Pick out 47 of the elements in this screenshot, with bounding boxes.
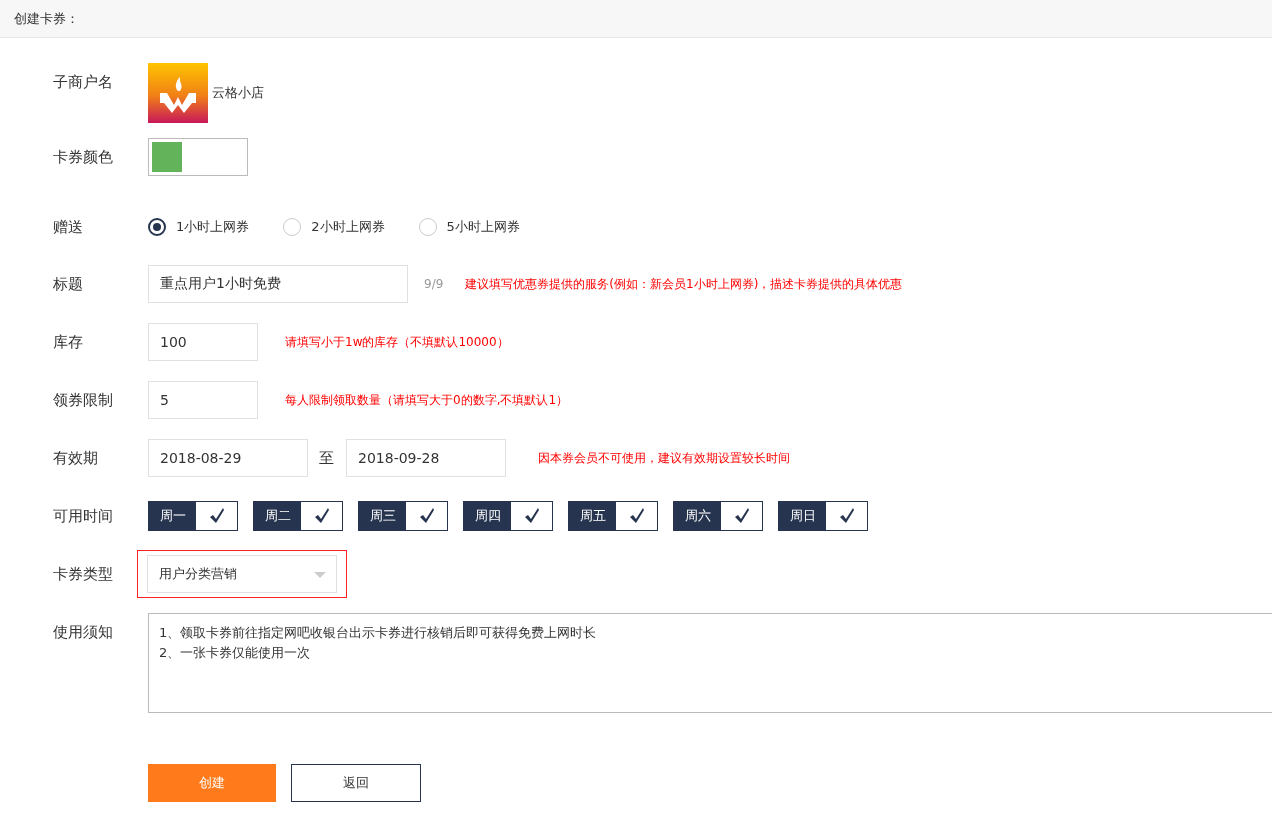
day-label: 周四 xyxy=(464,502,511,530)
day-label: 周五 xyxy=(569,502,616,530)
day-label: 周六 xyxy=(674,502,721,530)
radio-label: 2小时上网券 xyxy=(311,218,385,236)
field-label: 使用须知 xyxy=(53,622,114,642)
day-label: 周二 xyxy=(254,502,301,530)
day-toggle[interactable]: 周六 xyxy=(673,501,763,531)
field-label: 库存 xyxy=(53,332,84,352)
radio-button[interactable] xyxy=(148,218,166,236)
color-picker[interactable] xyxy=(148,138,248,176)
notes-field[interactable]: 1、领取卡券前往指定网吧收银台出示卡券进行核销后即可获得免费上网时长 2、一张卡券仅能使用一次 xyxy=(148,613,1272,713)
day-toggle[interactable]: 周一 xyxy=(148,501,238,531)
limit-field[interactable]: 5 xyxy=(148,381,258,419)
merchant-name: 云格小店 xyxy=(212,84,264,102)
field-label: 有效期 xyxy=(53,448,99,468)
radio-label: 1小时上网券 xyxy=(176,218,250,236)
date-separator: 至 xyxy=(319,448,334,468)
page-title: 创建卡券： xyxy=(14,9,79,28)
hint-text: 建议填写优惠券提供的服务(例如：新会员1小时上网券)，描述卡券提供的具体优惠 xyxy=(465,275,903,293)
card-type-dropdown[interactable]: 用户分类营销 xyxy=(147,555,337,593)
radio-label: 5小时上网券 xyxy=(446,218,520,236)
hint-text: 每人限制领取数量（请填写大于0的数字,不填默认1） xyxy=(285,391,569,409)
field-label: 子商户名 xyxy=(53,72,114,92)
day-toggle[interactable]: 周四 xyxy=(463,501,553,531)
merchant-logo xyxy=(148,63,208,123)
field-label: 卡券类型 xyxy=(53,564,114,584)
caret-icon xyxy=(314,572,326,578)
day-toggle[interactable]: 周二 xyxy=(253,501,343,531)
title-field[interactable]: 重点用户1小时免费 xyxy=(148,265,408,303)
day-toggle[interactable]: 周日 xyxy=(778,501,868,531)
field-label: 标题 xyxy=(53,274,84,294)
stock-field[interactable]: 100 xyxy=(148,323,258,361)
field-label: 可用时间 xyxy=(53,506,114,526)
field-label: 赠送 xyxy=(53,217,84,237)
day-label: 周三 xyxy=(359,502,406,530)
start-date-field[interactable]: 2018-08-29 xyxy=(148,439,308,477)
end-date-field[interactable]: 2018-09-28 xyxy=(346,439,506,477)
field-label: 领券限制 xyxy=(53,390,114,410)
day-label: 周日 xyxy=(779,502,826,530)
day-toggle[interactable]: 周三 xyxy=(358,501,448,531)
hint-text: 请填写小于1w的库存（不填默认10000） xyxy=(285,333,509,351)
hint-text: 因本券会员不可使用，建议有效期设置较长时间 xyxy=(538,449,790,467)
field-label: 卡券颜色 xyxy=(53,147,114,167)
day-label: 周一 xyxy=(149,502,196,530)
back-button[interactable]: 返回 xyxy=(291,764,421,802)
character-counter: 9/9 xyxy=(424,277,444,291)
day-toggle[interactable]: 周五 xyxy=(568,501,658,531)
